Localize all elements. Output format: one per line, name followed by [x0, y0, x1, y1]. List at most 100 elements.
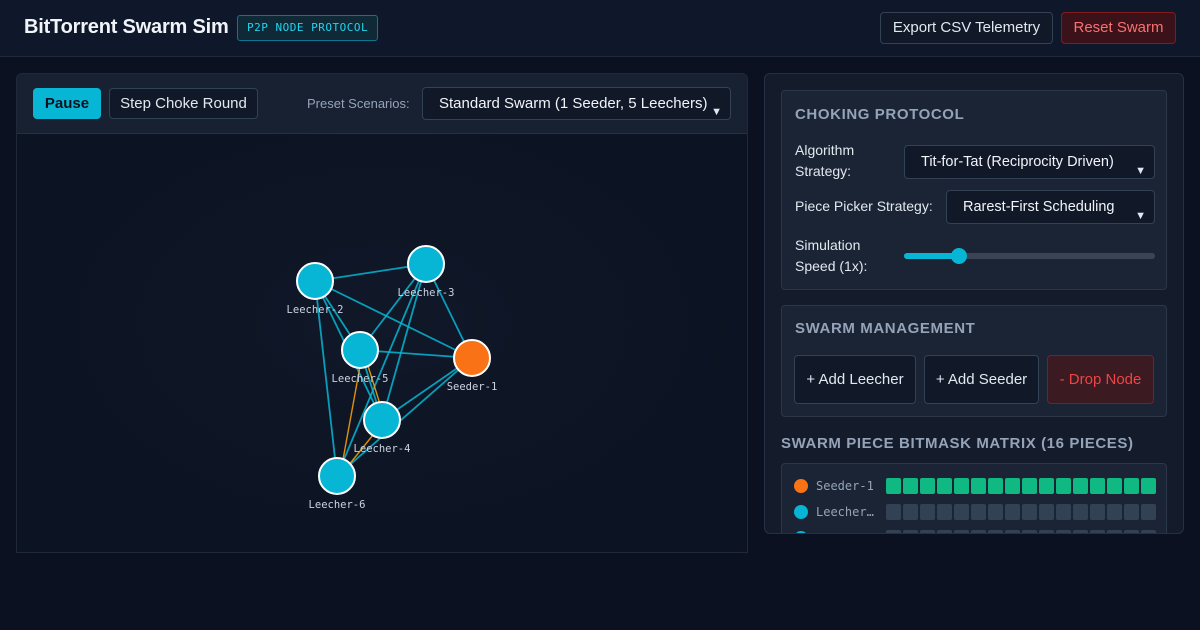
node-label: Leecher-3	[398, 287, 455, 299]
node-label: Leecher-4	[354, 443, 411, 455]
piece-cell	[1022, 530, 1037, 533]
picker-select-value: Rarest-First Scheduling	[963, 199, 1115, 215]
piece-cell	[1141, 530, 1156, 533]
piece-cell	[1039, 504, 1054, 520]
swarm-node-leecher-2[interactable]: Leecher-2	[287, 262, 344, 316]
swarm-node-leecher-4[interactable]: Leecher-4	[354, 401, 411, 455]
peer-name: Seeder-1	[816, 479, 874, 493]
piece-cell	[988, 504, 1003, 520]
step-choke-round-button[interactable]: Step Choke Round	[109, 88, 258, 119]
app-title: BitTorrent Swarm Sim	[24, 16, 229, 38]
piece-cell	[1107, 478, 1122, 494]
add-seeder-button[interactable]: + Add Seeder	[924, 355, 1039, 404]
piece-cell	[1107, 530, 1122, 533]
bitmask-matrix: Seeder-1 Leecher…	[781, 463, 1167, 533]
piece-cell	[954, 478, 969, 494]
piece-cell	[1090, 478, 1105, 494]
simulation-toolbar: Pause Step Choke Round Preset Scenarios:…	[17, 74, 747, 134]
piece-cell	[937, 478, 952, 494]
piece-cell	[1073, 530, 1088, 533]
bitmask-matrix-title: SWARM PIECE BITMASK MATRIX (16 PIECES)	[781, 435, 1134, 452]
piece-cell	[988, 478, 1003, 494]
pause-button[interactable]: Pause	[33, 88, 101, 119]
swarm-node-leecher-3[interactable]: Leecher-3	[398, 245, 455, 299]
bitmask-row: Leecher…	[794, 504, 1164, 520]
export-csv-button[interactable]: Export CSV Telemetry	[880, 12, 1053, 44]
swarm-node-leecher-6[interactable]: Leecher-6	[309, 457, 366, 511]
reset-swarm-button[interactable]: Reset Swarm	[1061, 12, 1176, 44]
swarm-node-seeder-1[interactable]: Seeder-1	[447, 339, 498, 393]
simulation-speed-label: Simulation Speed (1x):	[795, 237, 868, 274]
algorithm-strategy-label: Algorithm Strategy:	[795, 142, 855, 179]
swarm-management-card: SWARM MANAGEMENT + Add Leecher + Add See…	[781, 305, 1167, 417]
piece-cell	[1022, 478, 1037, 494]
piece-cell	[954, 504, 969, 520]
piece-cell	[971, 504, 986, 520]
swarm-management-title: SWARM MANAGEMENT	[795, 320, 976, 337]
piece-cell	[903, 504, 918, 520]
swarm-graph-canvas[interactable]: Leecher-2 Leecher-3 Leecher-5 Seeder-1 Leech…	[17, 134, 748, 553]
piece-cell	[1005, 478, 1020, 494]
node-circle[interactable]	[363, 401, 401, 439]
piece-cell	[1124, 504, 1139, 520]
piece-cell	[886, 530, 901, 533]
piece-picker-select[interactable]: Rarest-First Scheduling ▼	[946, 190, 1155, 224]
piece-cell	[886, 478, 901, 494]
peer-color-dot	[794, 505, 808, 519]
piece-cell	[920, 530, 935, 533]
node-circle[interactable]	[407, 245, 445, 283]
slider-thumb[interactable]	[951, 248, 968, 264]
piece-cell	[1107, 504, 1122, 520]
piece-cell	[954, 530, 969, 533]
preset-scenario-select[interactable]: Standard Swarm (1 Seeder, 5 Leechers) ▼	[422, 87, 731, 120]
piece-cell	[1039, 478, 1054, 494]
piece-cell	[1141, 504, 1156, 520]
algorithm-strategy-select[interactable]: Tit-for-Tat (Reciprocity Driven) ▼	[904, 145, 1155, 179]
node-circle[interactable]	[296, 262, 334, 300]
node-label: Seeder-1	[447, 381, 498, 393]
piece-cell	[1056, 530, 1071, 533]
drop-node-button[interactable]: - Drop Node	[1047, 355, 1154, 404]
simulation-panel: Pause Step Choke Round Preset Scenarios:…	[16, 73, 748, 553]
node-circle[interactable]	[453, 339, 491, 377]
protocol-badge: P2P NODE PROTOCOL	[237, 15, 379, 41]
node-circle[interactable]	[341, 331, 379, 369]
swarm-node-leecher-5[interactable]: Leecher-5	[332, 331, 389, 385]
node-label: Leecher-6	[309, 499, 366, 511]
piece-cell	[971, 478, 986, 494]
piece-cell	[937, 504, 952, 520]
peer-name: Leecher…	[816, 505, 874, 519]
piece-cell	[886, 504, 901, 520]
preset-select-value: Standard Swarm (1 Seeder, 5 Leechers)	[439, 95, 708, 112]
control-panel: CHOKING PROTOCOL Algorithm Strategy: Tit…	[764, 73, 1184, 534]
node-label: Leecher-2	[287, 304, 344, 316]
swarm-graph[interactable]: Leecher-2 Leecher-3 Leecher-5 Seeder-1 Leech…	[17, 134, 748, 553]
piece-cell	[1124, 530, 1139, 533]
piece-cell	[1056, 504, 1071, 520]
bitmask-row	[794, 530, 1164, 533]
app-header: BitTorrent Swarm Sim P2P NODE PROTOCOL E…	[0, 0, 1200, 57]
chevron-down-icon: ▼	[1135, 165, 1146, 177]
chevron-down-icon: ▼	[711, 105, 722, 118]
peer-color-dot	[794, 531, 808, 533]
preset-label: Preset Scenarios:	[307, 96, 410, 111]
node-circle[interactable]	[318, 457, 356, 495]
piece-cell	[1056, 478, 1071, 494]
piece-cell	[1124, 478, 1139, 494]
add-leecher-button[interactable]: + Add Leecher	[794, 355, 916, 404]
piece-cell	[903, 478, 918, 494]
piece-cell	[1090, 504, 1105, 520]
piece-cell	[971, 530, 986, 533]
piece-cell	[1073, 478, 1088, 494]
node-label: Leecher-5	[332, 373, 389, 385]
peer-color-dot	[794, 479, 808, 493]
piece-cell	[988, 530, 1003, 533]
piece-cell	[903, 530, 918, 533]
piece-cell	[1005, 530, 1020, 533]
piece-cell	[1090, 530, 1105, 533]
choking-protocol-title: CHOKING PROTOCOL	[795, 106, 965, 123]
simulation-speed-slider[interactable]	[904, 248, 1155, 264]
piece-picker-label: Piece Picker Strategy:	[795, 198, 933, 214]
piece-cell	[937, 530, 952, 533]
algorithm-select-value: Tit-for-Tat (Reciprocity Driven)	[921, 154, 1114, 170]
